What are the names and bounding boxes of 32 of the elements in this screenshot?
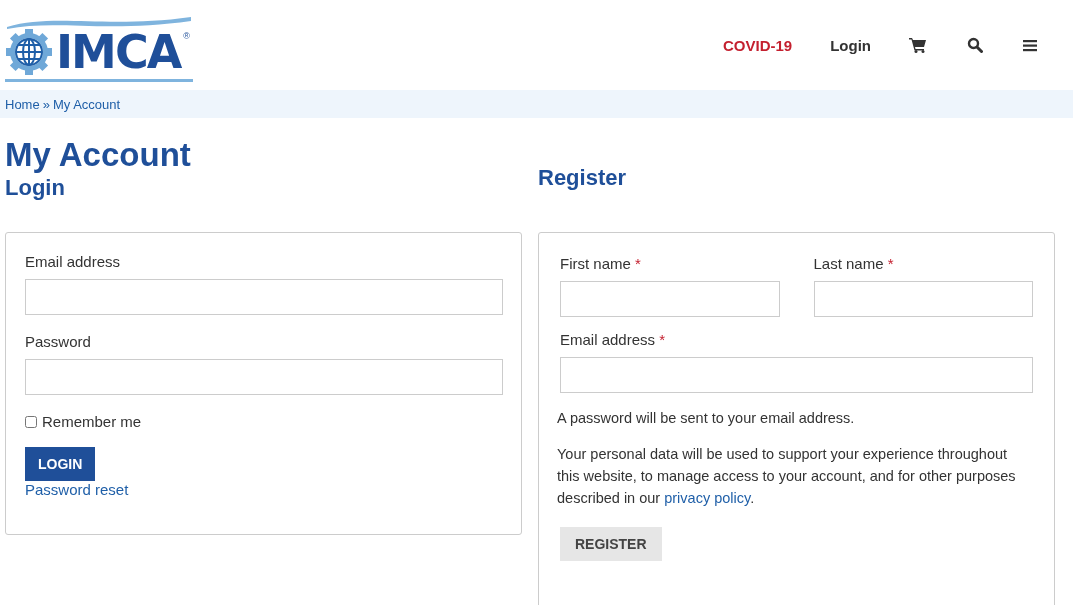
input-field[interactable] <box>25 279 503 315</box>
privacy-text: Your personal data will be used to support your experience throughout this website, to manage access to your account, and for other purposes described in our privacy policy. <box>557 445 1017 508</box>
info-text: A password will be sent to your email address. <box>557 409 856 428</box>
menu-icon[interactable] <box>1023 38 1037 52</box>
logo-text[interactable]: IMCA <box>56 26 181 77</box>
covid-link[interactable]: COVID-19 <box>723 36 793 54</box>
password-reset-link[interactable]: Password reset <box>25 481 129 498</box>
page-title: My Account <box>5 136 192 174</box>
section-heading: Register <box>538 164 628 192</box>
remember-label: Remember me <box>42 413 142 430</box>
input-field[interactable] <box>25 359 503 395</box>
gear-globe-icon <box>5 27 53 76</box>
register-button[interactable]: REGISTER <box>560 527 662 561</box>
breadcrumb-link[interactable]: Home <box>5 96 40 112</box>
field-label: Email address <box>25 253 122 270</box>
breadcrumb-separator: » <box>42 96 50 112</box>
registered-mark: ® <box>183 30 190 41</box>
input-field[interactable] <box>560 281 780 317</box>
input-field[interactable] <box>813 281 1033 317</box>
breadcrumb-current: My Account <box>52 96 121 112</box>
cart-icon[interactable] <box>909 37 927 53</box>
section-heading: Login <box>5 174 66 202</box>
input-field[interactable] <box>560 357 1033 393</box>
field-label: Last name * <box>813 255 895 272</box>
search-icon[interactable] <box>967 37 983 53</box>
field-label: First name * <box>560 255 642 272</box>
login-button[interactable]: LOGIN <box>25 447 96 481</box>
field-label: Password <box>25 333 92 350</box>
remember-checkbox[interactable] <box>25 415 37 428</box>
wave-icon <box>5 14 193 29</box>
field-label: Email address * <box>560 331 667 348</box>
nav-link[interactable]: Login <box>830 36 871 54</box>
